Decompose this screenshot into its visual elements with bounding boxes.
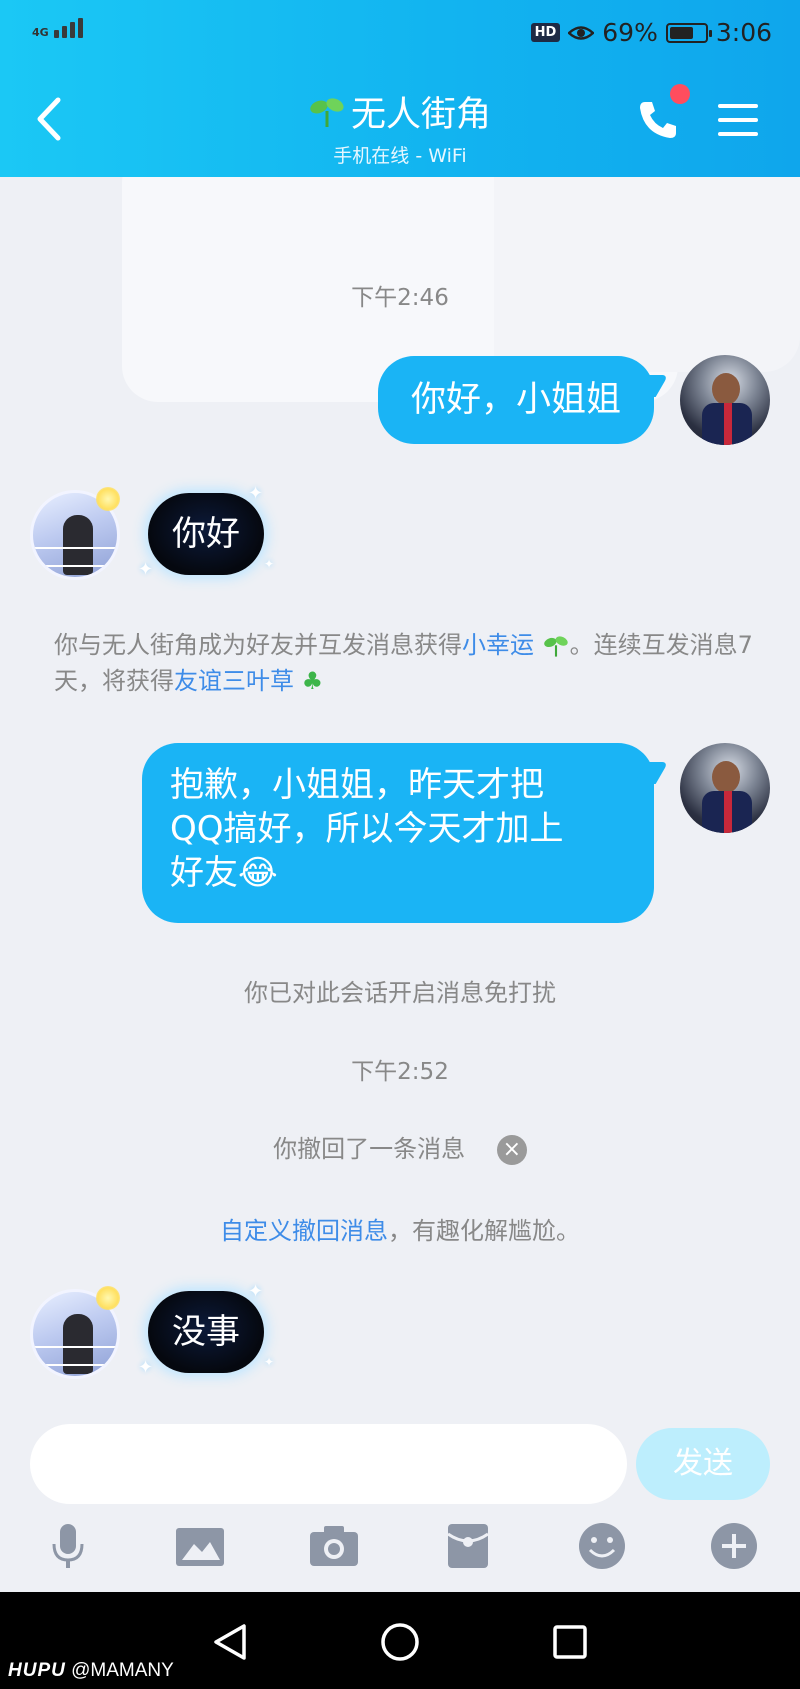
battery-percent: 69% <box>602 18 658 47</box>
chat-header: 4G HD 69% 3:06 无人街角 手机在线 - WiFi <box>0 0 800 177</box>
sent-message-bubble[interactable]: 抱歉，小姐姐，昨天才把 QQ搞好，所以今天才加上 好友😂 <box>142 743 654 923</box>
sparkle-icon: ✦ <box>138 1357 154 1378</box>
plus-icon[interactable] <box>708 1520 760 1572</box>
notification-dot <box>670 84 690 104</box>
timestamp: 下午2:52 <box>351 1059 449 1085</box>
mute-notice: 你已对此会话开启消息免打扰 <box>244 979 556 1007</box>
phone-call-icon[interactable] <box>636 98 680 142</box>
input-area: 发送 <box>0 1402 800 1592</box>
sparkle-icon: ✦ <box>248 1281 264 1302</box>
sprout-icon <box>310 97 344 127</box>
my-avatar[interactable] <box>680 355 770 445</box>
signal-bar-icon <box>77 18 83 38</box>
message-text: QQ搞好，所以今天才加上 <box>170 809 564 849</box>
chat-area[interactable]: 下午2:46 你好，小姐姐 你好 ✦ ✦ ✦ 你与无人街角成为好友并互发消息获得… <box>0 177 800 1418</box>
signal-bar-icon <box>61 26 67 38</box>
sparkle-icon: ✦ <box>248 483 264 504</box>
sparkle-icon: ✦ <box>138 559 154 580</box>
hd-badge: HD <box>530 23 561 42</box>
clock: 3:06 <box>715 18 772 47</box>
sun-decoration <box>96 1286 120 1310</box>
nav-recents-icon[interactable] <box>548 1620 592 1664</box>
sticker-text: 没事 <box>172 1312 240 1352</box>
input-toolbar <box>0 1520 800 1580</box>
watermark-handle: @MAMANY <box>71 1660 174 1681</box>
sparkle-icon: ✦ <box>264 1355 275 1369</box>
message-text: 你好，小姐姐 <box>410 380 621 420</box>
signal-indicator: 4G <box>32 18 83 38</box>
microphone-icon[interactable] <box>42 1520 94 1572</box>
message-text: 抱歉，小姐姐，昨天才把 <box>170 765 544 805</box>
signal-bar-icon <box>69 22 75 38</box>
my-avatar[interactable] <box>680 743 770 833</box>
red-packet-icon[interactable] <box>442 1520 494 1572</box>
recall-notice: 你撤回了一条消息 × <box>0 1129 800 1165</box>
friendship-system-note: 你与无人街角成为好友并互发消息获得小幸运 。连续互发消息7天，将获得友谊三叶草 … <box>54 627 754 699</box>
menu-icon[interactable] <box>718 104 758 138</box>
online-status: 手机在线 - WiFi <box>333 145 467 167</box>
battery-fill <box>669 26 694 39</box>
signal-bar-icon <box>53 30 59 38</box>
received-sticker-bubble[interactable]: 没事 <box>148 1291 264 1373</box>
image-icon[interactable] <box>174 1520 226 1572</box>
send-button[interactable]: 发送 <box>636 1428 770 1500</box>
watermark-brand: HUPU <box>8 1660 66 1681</box>
camera-icon[interactable] <box>308 1520 360 1572</box>
clover-link[interactable]: 友谊三叶草 <box>174 667 294 695</box>
eye-comfort-icon <box>568 25 595 40</box>
sun-decoration <box>96 487 120 511</box>
sent-message-bubble[interactable]: 你好，小姐姐 <box>378 356 654 444</box>
lucky-link[interactable]: 小幸运 <box>462 631 534 659</box>
clover-icon: ♣ <box>301 667 324 695</box>
recall-text: 你撤回了一条消息 <box>273 1135 466 1163</box>
sticker-text: 你好 <box>172 514 240 554</box>
network-type: 4G <box>32 26 49 39</box>
nav-bar-top: 无人街角 手机在线 - WiFi <box>0 66 800 177</box>
emoji-icon[interactable] <box>576 1520 628 1572</box>
sprout-icon <box>543 636 568 657</box>
message-input[interactable] <box>30 1424 627 1504</box>
sparkle-icon: ✦ <box>264 557 275 571</box>
custom-recall-link[interactable]: 自定义撤回消息 <box>220 1217 388 1245</box>
laughing-emoji-icon: 😂 <box>238 853 278 893</box>
battery-icon <box>665 22 712 43</box>
close-icon[interactable]: × <box>496 1135 527 1165</box>
status-bar: 4G HD 69% 3:06 <box>0 0 800 66</box>
received-sticker-bubble[interactable]: 你好 <box>148 493 264 575</box>
nav-home-icon[interactable] <box>378 1620 422 1664</box>
page-title[interactable]: 无人街角 <box>351 86 491 137</box>
note-text: 你与无人街角成为好友并互发消息获得 <box>54 631 462 659</box>
tip-text: ，有趣化解尴尬。 <box>388 1217 580 1245</box>
message-text: 好友 <box>170 853 238 893</box>
watermark: HUPU @MAMANY <box>8 1660 174 1682</box>
nav-back-icon[interactable] <box>208 1620 252 1664</box>
timestamp: 下午2:46 <box>351 285 449 311</box>
custom-recall-tip: 自定义撤回消息，有趣化解尴尬。 <box>0 1211 800 1246</box>
